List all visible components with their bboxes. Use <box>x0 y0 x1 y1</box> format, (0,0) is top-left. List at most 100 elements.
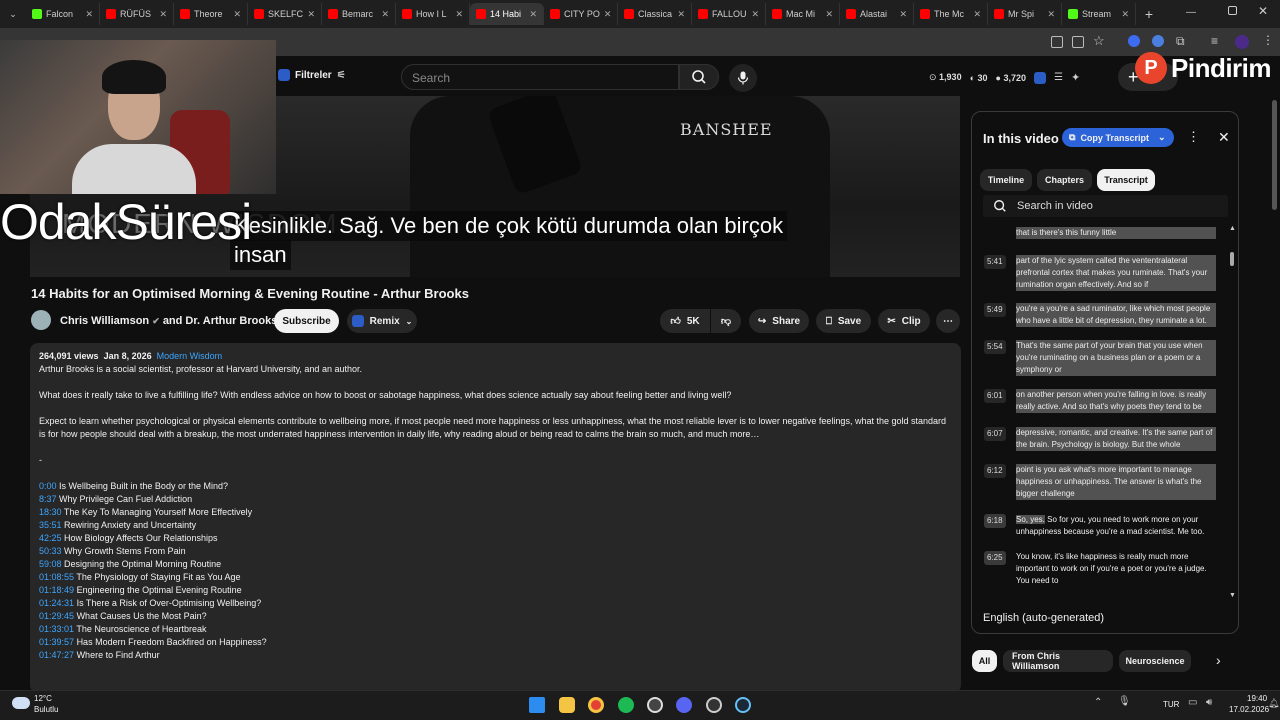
transcript-row[interactable]: 6:01 on another person when you're fallin… <box>984 389 1224 423</box>
transcript-timestamp[interactable]: 5:49 <box>984 303 1006 317</box>
obs-icon[interactable] <box>647 697 663 713</box>
extension-icon[interactable] <box>1034 71 1046 84</box>
browser-tab[interactable]: 14 Habi ✕ <box>470 3 544 25</box>
browser-tab[interactable]: Alastai ✕ <box>840 3 914 25</box>
spotify-icon[interactable] <box>618 697 634 713</box>
collaborator[interactable]: and Dr. Arthur Brooks <box>163 315 278 327</box>
tab-close-icon[interactable]: ✕ <box>307 9 315 20</box>
search-button[interactable] <box>679 64 719 90</box>
transcript-timestamp[interactable]: 6:25 <box>984 551 1006 565</box>
transcript-timestamp[interactable]: 5:41 <box>984 255 1006 269</box>
transcript-list[interactable]: that is there's this funny little 5:41 par… <box>972 223 1238 603</box>
weather-icon[interactable] <box>12 697 30 709</box>
chapter-timestamp-link[interactable]: 0:00 <box>39 481 57 491</box>
hashtag-link[interactable]: Modern Wisdom <box>157 351 223 361</box>
chips-next-icon[interactable]: › <box>1216 652 1221 668</box>
page-scrollbar[interactable] <box>1272 100 1277 210</box>
chapter-timestamp-link[interactable]: 01:29:45 <box>39 611 74 621</box>
browser-tab[interactable]: Mr Spi ✕ <box>988 3 1062 25</box>
tab-close-icon[interactable]: ✕ <box>973 9 981 20</box>
discord-icon[interactable] <box>676 697 692 713</box>
install-app-icon[interactable] <box>1072 36 1084 48</box>
browser-tab[interactable]: Mac Mi ✕ <box>766 3 840 25</box>
transcript-language[interactable]: English (auto-generated) <box>983 612 1104 624</box>
more-actions-button[interactable]: ⋯ <box>936 309 960 333</box>
chapter-timestamp-link[interactable]: 59:08 <box>39 559 62 569</box>
save-button[interactable]: ⎕ Save <box>816 309 871 333</box>
search-input[interactable]: Search <box>401 64 679 90</box>
chapter-timestamp-link[interactable]: 01:18:49 <box>39 585 74 595</box>
channel-avatar[interactable] <box>31 310 51 330</box>
translate-icon[interactable] <box>1051 36 1063 48</box>
tab-close-icon[interactable]: ✕ <box>159 9 167 20</box>
tab-list-button[interactable]: ⌄ <box>0 0 26 28</box>
tab-close-icon[interactable]: ✕ <box>381 9 389 20</box>
bookmark-star-icon[interactable]: ☆ <box>1093 33 1105 49</box>
transcript-row[interactable]: 6:07 depressive, romantic, and creative. … <box>984 427 1224 460</box>
chapter-timestamp-link[interactable]: 42:25 <box>39 533 62 543</box>
browser-tab[interactable]: The Mc ✕ <box>914 3 988 25</box>
chapter-timestamp-link[interactable]: 50:33 <box>39 546 62 556</box>
dislike-button[interactable]: 👎︎ <box>711 309 741 333</box>
clock-date[interactable]: 17.02.2026 <box>1229 705 1269 714</box>
bars-icon[interactable]: ☰ <box>1054 72 1063 83</box>
microphone-tray-icon[interactable]: 🎙︎ <box>1118 696 1131 707</box>
transcript-timestamp[interactable]: 6:12 <box>984 464 1006 478</box>
browser-tab[interactable]: Bemarc ✕ <box>322 3 396 25</box>
tab-close-icon[interactable]: ✕ <box>899 9 907 20</box>
start-icon[interactable] <box>529 697 545 713</box>
window-close-button[interactable]: ✕ <box>1258 4 1268 18</box>
chapter-timestamp-link[interactable]: 01:24:31 <box>39 598 74 608</box>
transcript-timestamp[interactable]: 6:07 <box>984 427 1006 441</box>
tab-close-icon[interactable]: ✕ <box>751 9 759 20</box>
browser-tab[interactable]: FALLOU ✕ <box>692 3 766 25</box>
clock-time[interactable]: 19:40 <box>1247 694 1267 703</box>
chapter-timestamp-link[interactable]: 01:39:57 <box>39 637 74 647</box>
transcript-row[interactable]: 6:18 So, yes. So for you, you need to wor… <box>984 514 1224 547</box>
panel-close-icon[interactable]: ✕ <box>1218 129 1230 146</box>
tab-transcript[interactable]: Transcript <box>1097 169 1155 191</box>
chapter-timestamp-link[interactable]: 35:51 <box>39 520 62 530</box>
transcript-timestamp[interactable]: 6:18 <box>984 514 1006 528</box>
tab-close-icon[interactable]: ✕ <box>825 9 833 20</box>
tab-chapters[interactable]: Chapters <box>1037 169 1092 191</box>
transcript-row[interactable]: 6:25 You know, it's like happiness is rea… <box>984 551 1224 591</box>
extension-icon[interactable] <box>1152 35 1164 47</box>
browser-tab[interactable]: Classica ✕ <box>618 3 692 25</box>
window-maximize-button[interactable] <box>1228 6 1237 15</box>
profile-avatar[interactable] <box>1235 35 1249 49</box>
description-box[interactable]: 264,091 views Jan 8, 2026 Modern Wisdom … <box>30 343 961 693</box>
tab-close-icon[interactable]: ✕ <box>604 9 612 20</box>
browser-menu-icon[interactable]: ⋮ <box>1262 33 1274 47</box>
chip-neuroscience[interactable]: Neuroscience <box>1119 650 1191 672</box>
window-minimize-button[interactable]: — <box>1186 7 1196 18</box>
transcript-timestamp[interactable]: 5:54 <box>984 340 1006 354</box>
clip-button[interactable]: ✂ Clip <box>878 309 930 333</box>
notifications-icon[interactable]: 🔔︎ <box>1268 698 1279 709</box>
keyboard-language[interactable]: TUR <box>1163 700 1179 709</box>
browser-tab[interactable]: How I L ✕ <box>396 3 470 25</box>
chrome-icon[interactable] <box>588 697 604 713</box>
new-tab-button[interactable]: + <box>1136 6 1162 22</box>
browser-tab[interactable]: Falcon ✕ <box>26 3 100 25</box>
tab-close-icon[interactable]: ✕ <box>85 9 93 20</box>
like-button[interactable]: 👍︎ 5K <box>660 309 710 333</box>
transcript-row[interactable]: 6:12 point is you ask what's more importa… <box>984 464 1224 510</box>
chip-all[interactable]: All <box>972 650 997 672</box>
transcript-row[interactable]: that is there's this funny little <box>984 227 1224 251</box>
tab-close-icon[interactable]: ✕ <box>677 9 685 20</box>
tab-close-icon[interactable]: ✕ <box>455 9 463 20</box>
network-icon[interactable]: ▭ <box>1188 697 1197 708</box>
filters-button[interactable]: Filtreler ⚟ <box>278 69 346 81</box>
browser-tab[interactable]: CITY PO ✕ <box>544 3 618 25</box>
scroll-down-icon[interactable]: ▼ <box>1229 592 1236 599</box>
tab-close-icon[interactable]: ✕ <box>529 9 537 20</box>
transcript-timestamp[interactable]: 6:01 <box>984 389 1006 403</box>
transcript-row[interactable]: 5:41 part of the lyic system called the v… <box>984 255 1224 299</box>
panel-more-icon[interactable]: ⋮ <box>1187 129 1200 145</box>
reading-list-icon[interactable]: ≡ <box>1211 34 1218 48</box>
rocket-icon[interactable]: ✦ <box>1071 71 1080 84</box>
chapter-timestamp-link[interactable]: 01:33:01 <box>39 624 74 634</box>
copy-transcript-button[interactable]: ⧉ Copy Transcript ⌄ <box>1062 128 1174 147</box>
share-button[interactable]: ↪ Share <box>749 309 809 333</box>
